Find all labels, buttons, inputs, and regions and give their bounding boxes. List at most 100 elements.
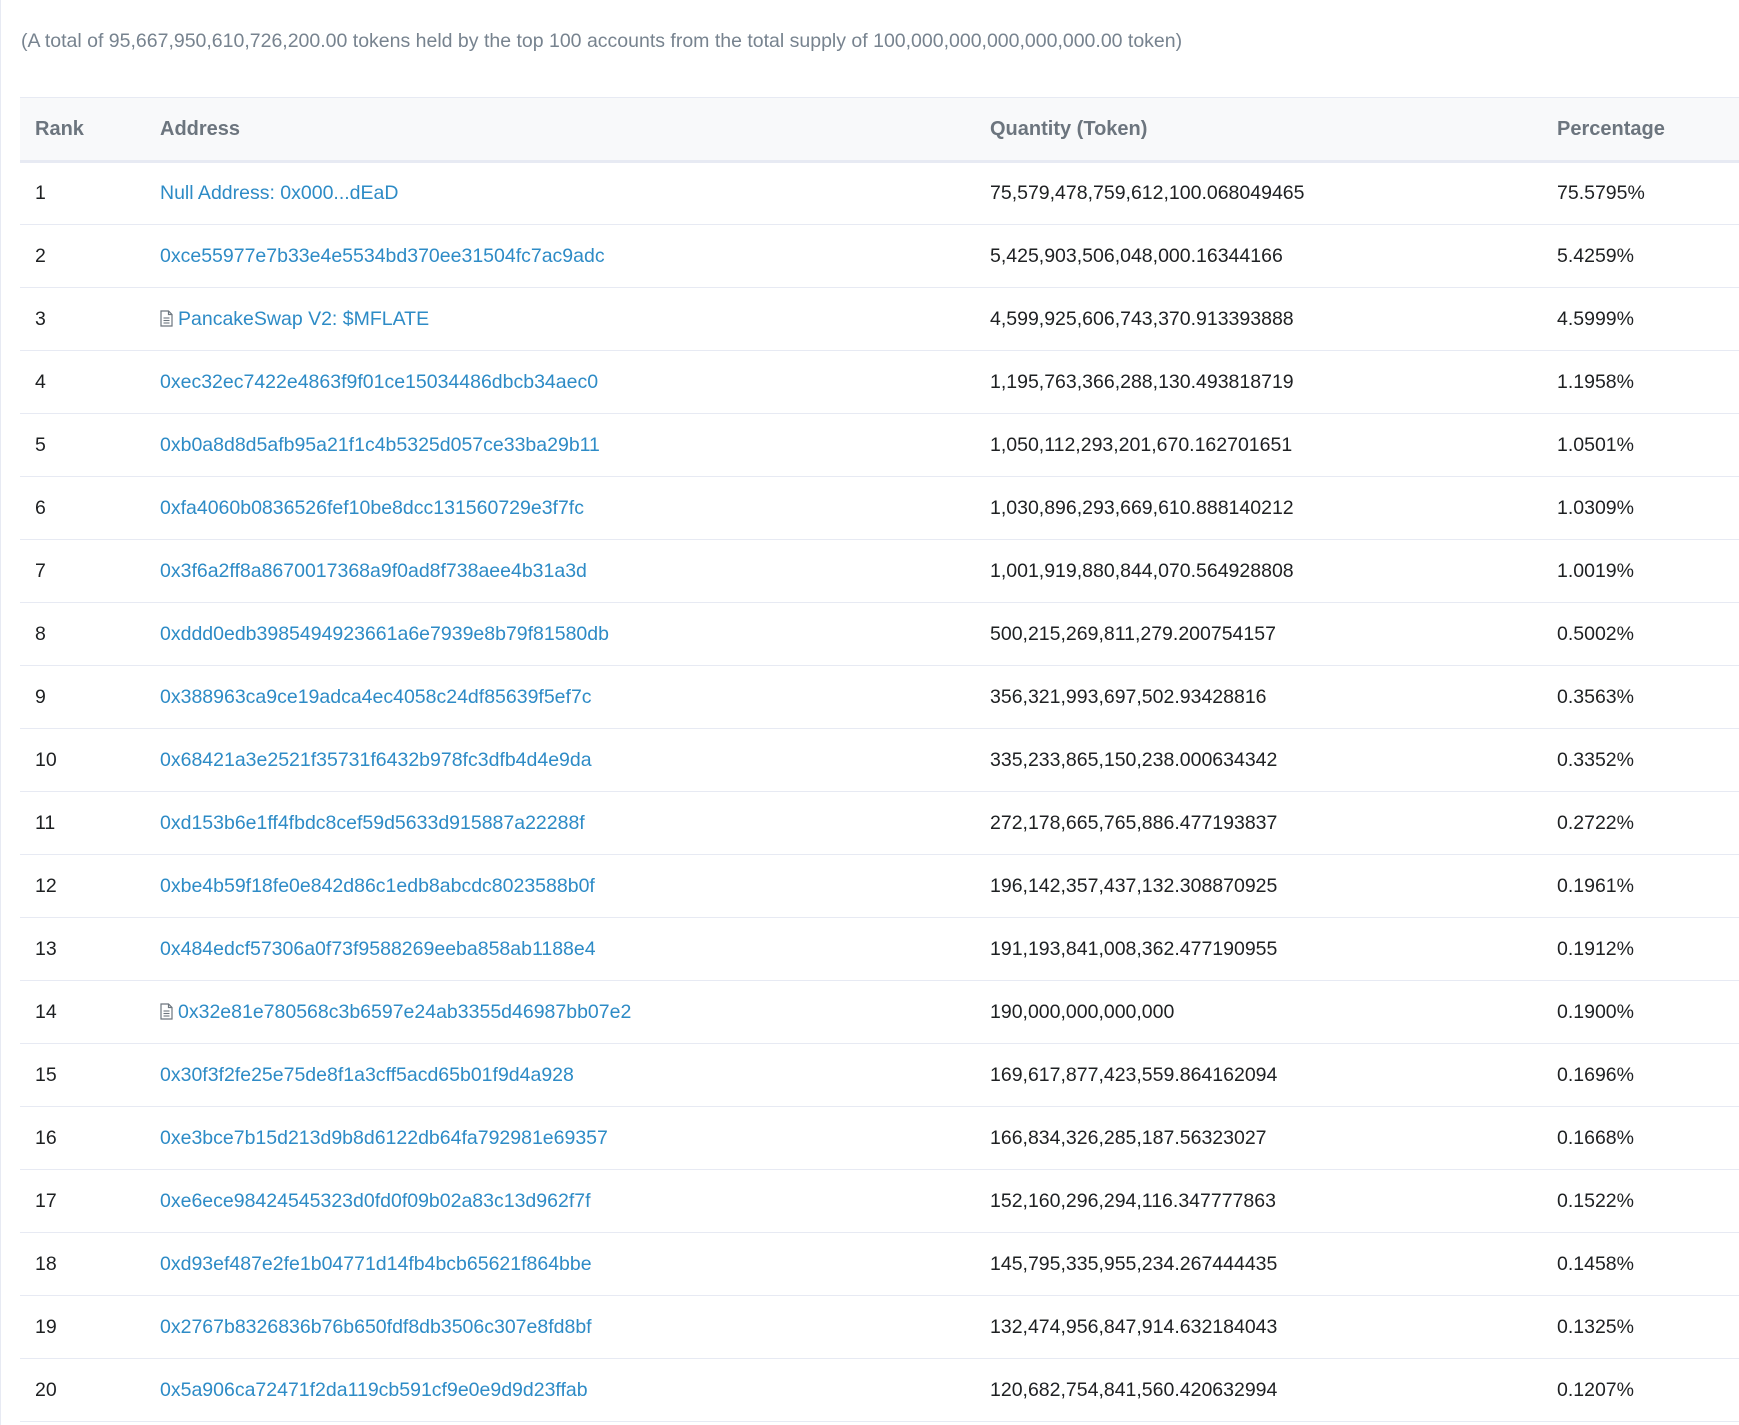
- holder-address-link[interactable]: 0xe6ece98424545323d0fd0f09b02a83c13d962f…: [160, 1190, 591, 1212]
- table-row: 16 0xe3bce7b15d213d9b8d6122db64fa792981e6…: [20, 1106, 1739, 1170]
- quantity-cell: 75,579,478,759,612,100.068049465: [975, 161, 1542, 225]
- quantity-cell: 1,050,112,293,201,670.162701651: [975, 413, 1542, 477]
- token-holders-page: (A total of 95,667,950,610,726,200.00 to…: [0, 0, 1739, 1425]
- table-row: 15 0x30f3f2fe25e75de8f1a3cff5acd65b01f9d4…: [20, 1043, 1739, 1107]
- column-header-rank: Rank: [20, 97, 145, 163]
- quantity-cell: 500,215,269,811,279.200754157: [975, 602, 1542, 666]
- quantity-cell: 166,834,326,285,187.56323027: [975, 1106, 1542, 1170]
- percentage-cell: 1.0501%: [1542, 413, 1739, 477]
- percentage-cell: 4.5999%: [1542, 287, 1739, 351]
- quantity-cell: 191,193,841,008,362.477190955: [975, 917, 1542, 981]
- quantity-cell: 4,599,925,606,743,370.913393888: [975, 287, 1542, 351]
- table-row: 2 0xce55977e7b33e4e5534bd370ee31504fc7ac9…: [20, 224, 1739, 288]
- table-row: 12 0xbe4b59f18fe0e842d86c1edb8abcdc802358…: [20, 854, 1739, 918]
- rank-cell: 10: [20, 728, 145, 792]
- percentage-cell: 0.1325%: [1542, 1295, 1739, 1359]
- quantity-cell: 152,160,296,294,116.347777863: [975, 1169, 1542, 1233]
- address-cell: 0x388963ca9ce19adca4ec4058c24df85639f5ef…: [145, 665, 975, 729]
- holder-address-link[interactable]: 0x3f6a2ff8a8670017368a9f0ad8f738aee4b31a…: [160, 560, 587, 582]
- holder-address-link[interactable]: 0x2767b8326836b76b650fdf8db3506c307e8fd8…: [160, 1316, 592, 1338]
- holder-address-link[interactable]: 0x30f3f2fe25e75de8f1a3cff5acd65b01f9d4a9…: [160, 1064, 574, 1086]
- percentage-cell: 0.1696%: [1542, 1043, 1739, 1107]
- holder-address-link[interactable]: 0x32e81e780568c3b6597e24ab3355d46987bb07…: [178, 1001, 631, 1023]
- rank-cell: 13: [20, 917, 145, 981]
- holder-address-link[interactable]: 0x5a906ca72471f2da119cb591cf9e0e9d9d23ff…: [160, 1379, 588, 1401]
- percentage-cell: 0.1207%: [1542, 1358, 1739, 1422]
- rank-cell: 9: [20, 665, 145, 729]
- address-cell: 0xb0a8d8d5afb95a21f1c4b5325d057ce33ba29b…: [145, 413, 975, 477]
- quantity-cell: 5,425,903,506,048,000.16344166: [975, 224, 1542, 288]
- rank-cell: 3: [20, 287, 145, 351]
- rank-cell: 18: [20, 1232, 145, 1296]
- percentage-cell: 0.1961%: [1542, 854, 1739, 918]
- holder-address-link[interactable]: 0xe3bce7b15d213d9b8d6122db64fa792981e693…: [160, 1127, 608, 1149]
- address-cell: 0xfa4060b0836526fef10be8dcc131560729e3f7…: [145, 476, 975, 540]
- table-row: 17 0xe6ece98424545323d0fd0f09b02a83c13d96…: [20, 1169, 1739, 1233]
- holder-address-link[interactable]: 0xbe4b59f18fe0e842d86c1edb8abcdc8023588b…: [160, 875, 595, 897]
- percentage-cell: 1.0019%: [1542, 539, 1739, 603]
- address-cell: 0x32e81e780568c3b6597e24ab3355d46987bb07…: [145, 980, 975, 1044]
- percentage-cell: 0.3352%: [1542, 728, 1739, 792]
- address-cell: 0xd153b6e1ff4fbdc8cef59d5633d915887a2228…: [145, 791, 975, 855]
- contract-file-icon: [160, 309, 173, 327]
- percentage-cell: 0.2722%: [1542, 791, 1739, 855]
- rank-cell: 4: [20, 350, 145, 414]
- quantity-cell: 1,001,919,880,844,070.564928808: [975, 539, 1542, 603]
- rank-cell: 8: [20, 602, 145, 666]
- rank-cell: 11: [20, 791, 145, 855]
- percentage-cell: 0.1522%: [1542, 1169, 1739, 1233]
- holder-address-link[interactable]: 0x68421a3e2521f35731f6432b978fc3dfb4d4e9…: [160, 749, 592, 771]
- column-header-address: Address: [145, 97, 975, 163]
- address-cell: 0xe6ece98424545323d0fd0f09b02a83c13d962f…: [145, 1169, 975, 1233]
- percentage-cell: 0.1912%: [1542, 917, 1739, 981]
- rank-cell: 20: [20, 1358, 145, 1422]
- percentage-cell: 0.1900%: [1542, 980, 1739, 1044]
- table-row: 19 0x2767b8326836b76b650fdf8db3506c307e8f…: [20, 1295, 1739, 1359]
- holders-summary-text: (A total of 95,667,950,610,726,200.00 to…: [21, 30, 1183, 52]
- holder-address-link[interactable]: 0xfa4060b0836526fef10be8dcc131560729e3f7…: [160, 497, 584, 519]
- percentage-cell: 0.1458%: [1542, 1232, 1739, 1296]
- table-row: 5 0xb0a8d8d5afb95a21f1c4b5325d057ce33ba29…: [20, 413, 1739, 477]
- holder-address-link[interactable]: 0xd153b6e1ff4fbdc8cef59d5633d915887a2228…: [160, 812, 585, 834]
- table-row: 1 Null Address: 0x000...dEaD 75,579,478,75…: [20, 161, 1739, 225]
- contract-file-icon: [160, 1002, 173, 1020]
- table-row: 8 0xddd0edb3985494923661a6e7939e8b79f8158…: [20, 602, 1739, 666]
- holder-address-link[interactable]: 0xb0a8d8d5afb95a21f1c4b5325d057ce33ba29b…: [160, 434, 600, 456]
- quantity-cell: 272,178,665,765,886.477193837: [975, 791, 1542, 855]
- holder-address-link[interactable]: Null Address: 0x000...dEaD: [160, 182, 398, 204]
- percentage-cell: 5.4259%: [1542, 224, 1739, 288]
- holder-address-link[interactable]: 0xd93ef487e2fe1b04771d14fb4bcb65621f864b…: [160, 1253, 592, 1275]
- holder-address-link[interactable]: 0xec32ec7422e4863f9f01ce15034486dbcb34ae…: [160, 371, 598, 393]
- table-row: 3 PancakeSwap V2: $MFLATE 4,599,925,606,74…: [20, 287, 1739, 351]
- percentage-cell: 0.5002%: [1542, 602, 1739, 666]
- address-cell: 0x2767b8326836b76b650fdf8db3506c307e8fd8…: [145, 1295, 975, 1359]
- rank-cell: 14: [20, 980, 145, 1044]
- table-row: 14 0x32e81e780568c3b6597e24ab3355d46987bb…: [20, 980, 1739, 1044]
- table-row: 7 0x3f6a2ff8a8670017368a9f0ad8f738aee4b31…: [20, 539, 1739, 603]
- address-cell: Null Address: 0x000...dEaD: [145, 161, 975, 225]
- quantity-cell: 169,617,877,423,559.864162094: [975, 1043, 1542, 1107]
- holder-address-link[interactable]: 0xddd0edb3985494923661a6e7939e8b79f81580…: [160, 623, 609, 645]
- token-holders-table: Rank Address Quantity (Token) Percentage…: [20, 97, 1739, 1422]
- rank-cell: 1: [20, 161, 145, 225]
- table-row: 10 0x68421a3e2521f35731f6432b978fc3dfb4d4…: [20, 728, 1739, 792]
- quantity-cell: 132,474,956,847,914.632184043: [975, 1295, 1542, 1359]
- quantity-cell: 145,795,335,955,234.267444435: [975, 1232, 1542, 1296]
- column-header-percentage: Percentage: [1542, 97, 1739, 163]
- quantity-cell: 1,030,896,293,669,610.888140212: [975, 476, 1542, 540]
- table-header-row: Rank Address Quantity (Token) Percentage: [20, 97, 1739, 163]
- percentage-cell: 1.0309%: [1542, 476, 1739, 540]
- holder-address-link[interactable]: 0x484edcf57306a0f73f9588269eeba858ab1188…: [160, 938, 596, 960]
- address-cell: 0x30f3f2fe25e75de8f1a3cff5acd65b01f9d4a9…: [145, 1043, 975, 1107]
- quantity-cell: 190,000,000,000,000: [975, 980, 1542, 1044]
- quantity-cell: 356,321,993,697,502.93428816: [975, 665, 1542, 729]
- address-cell: 0xd93ef487e2fe1b04771d14fb4bcb65621f864b…: [145, 1232, 975, 1296]
- rank-cell: 16: [20, 1106, 145, 1170]
- percentage-cell: 0.3563%: [1542, 665, 1739, 729]
- table-row: 6 0xfa4060b0836526fef10be8dcc131560729e3f…: [20, 476, 1739, 540]
- holder-address-link[interactable]: PancakeSwap V2: $MFLATE: [178, 308, 429, 330]
- holder-address-link[interactable]: 0x388963ca9ce19adca4ec4058c24df85639f5ef…: [160, 686, 592, 708]
- rank-cell: 12: [20, 854, 145, 918]
- rank-cell: 19: [20, 1295, 145, 1359]
- holder-address-link[interactable]: 0xce55977e7b33e4e5534bd370ee31504fc7ac9a…: [160, 245, 605, 267]
